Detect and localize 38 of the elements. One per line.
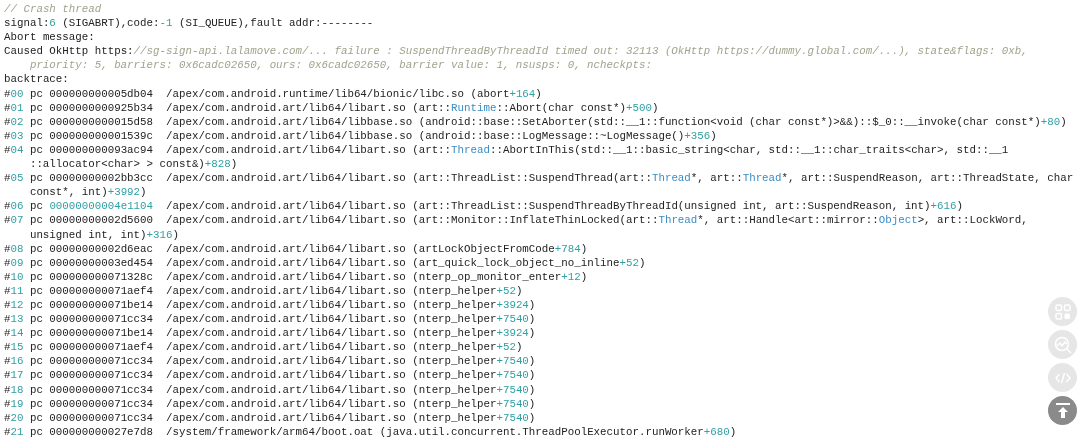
chart-search-icon: [1053, 335, 1072, 354]
code-line: #19 pc 000000000071cc34 /apex/com.android.art/lib64/libart.so (nterp_helper+7540): [4, 396, 536, 411]
code-line: #10 pc 000000000071328c /apex/com.android.art/lib64/libart.so (nterp_op_monitor_enter+12): [4, 269, 588, 284]
code-line: // Crash thread: [4, 2, 102, 17]
code-line: #00 pc 000000000005db04 /apex/com.android.runtime/lib64/bionic/libc.so (abort+164): [4, 86, 542, 101]
code-line: #04 pc 000000000093ac94 /apex/com.android.art/lib64/libart.so (art::Thread::AbortInThis(std::__1::basic_string<char, std::__1::char_traits<char>, std::__1: [4, 142, 1009, 158]
code-line: const*, int)+3992): [28, 185, 147, 200]
code-line: #17 pc 000000000071cc34 /apex/com.android.art/lib64/libart.so (nterp_helper+7540): [4, 368, 536, 383]
analysis-button[interactable]: [1048, 330, 1077, 359]
code-line: #01 pc 0000000000925b34 /apex/com.android.art/lib64/libart.so (art::Runtime::Abort(char const*)+500): [4, 100, 659, 115]
back-to-top-button[interactable]: [1048, 396, 1077, 425]
apps-button[interactable]: [1048, 297, 1077, 326]
code-line: #13 pc 000000000071cc34 /apex/com.android.art/lib64/libart.so (nterp_helper+7540): [4, 312, 536, 327]
code-line: ::allocator<char> > const&)+828): [28, 157, 238, 172]
code-line: Abort message:: [4, 30, 95, 45]
code-line: #05 pc 00000000002bb3cc /apex/com.android.art/lib64/libart.so (art::ThreadList::SuspendThread(art::Thread*, art::Thread*, art::SuspendReason, art::ThreadState, char: [4, 171, 1074, 186]
code-icon: [1054, 371, 1071, 384]
code-line: Caused OkHttp https://sg-sign-api.lalamove.com/... failure : SuspendThreadByThreadId timed out: 32113 (OkHttp https://dummy.global.com/...), state&flags: 0xb,: [4, 44, 1028, 59]
code-line: #06 pc 00000000004e1104 /apex/com.android.art/lib64/libart.so (art::ThreadList::SuspendThreadByThreadId(unsigned int, art::SuspendReason, int)+616): [4, 199, 963, 214]
code-line: #07 pc 00000000002d5600 /apex/com.android.art/lib64/libart.so (art::Monitor::InflateThinLocked(art::Thread*, art::Handle<art::mirror::Object>, art::LockWord,: [4, 213, 1028, 228]
code-line: signal:6 (SIGABRT),code:-1 (SI_QUEUE),fault addr:--------: [4, 16, 374, 31]
code-line: priority: 5, barriers: 0x6cadc02650, ours: 0x6cadc02650, barrier value: 1, nsusps: 0, ncheckpts:: [28, 58, 652, 73]
code-line: #21 pc 000000000027e7d8 /system/framework/arm64/boot.oat (java.util.concurrent.ThreadPoolExecutor.runWorker+680): [4, 424, 737, 439]
code-line: #09 pc 00000000003ed454 /apex/com.android.art/lib64/libart.so (art_quick_lock_object_no_inline+52): [4, 255, 646, 270]
code-line: backtrace:: [4, 72, 69, 87]
code-line: #12 pc 000000000071be14 /apex/com.android.art/lib64/libart.so (nterp_helper+3924): [4, 297, 536, 313]
code-line: #20 pc 000000000071cc34 /apex/com.android.art/lib64/libart.so (nterp_helper+7540): [4, 410, 536, 425]
grid-icon: [1054, 303, 1071, 320]
code-line: #02 pc 0000000000015d58 /apex/com.android.art/lib64/libbase.so (android::base::SetAborter(std::__1::function<void (char const*)>&&)::$_0::__invoke(char const*)+80): [4, 114, 1067, 129]
code-line: #14 pc 000000000071be14 /apex/com.android.art/lib64/libart.so (nterp_helper+3924): [4, 326, 536, 341]
code-line: #03 pc 000000000001539c /apex/com.android.art/lib64/libbase.so (android::base::LogMessage::~LogMessage()+356): [4, 128, 717, 143]
back-to-top-icon: [1055, 403, 1070, 418]
code-line: unsigned int, int)+316): [28, 227, 179, 242]
code-line: #11 pc 000000000071aef4 /apex/com.android.art/lib64/libart.so (nterp_helper+52): [4, 283, 523, 298]
code-line: #08 pc 00000000002d6eac /apex/com.android.art/lib64/libart.so (artLockObjectFromCode+784): [4, 241, 588, 256]
code-line: #16 pc 000000000071cc34 /apex/com.android.art/lib64/libart.so (nterp_helper+7540): [4, 354, 536, 369]
code-line: #15 pc 000000000071aef4 /apex/com.android.art/lib64/libart.so (nterp_helper+52): [4, 340, 523, 355]
code-line: #18 pc 000000000071cc34 /apex/com.android.art/lib64/libart.so (nterp_helper+7540): [4, 382, 536, 397]
